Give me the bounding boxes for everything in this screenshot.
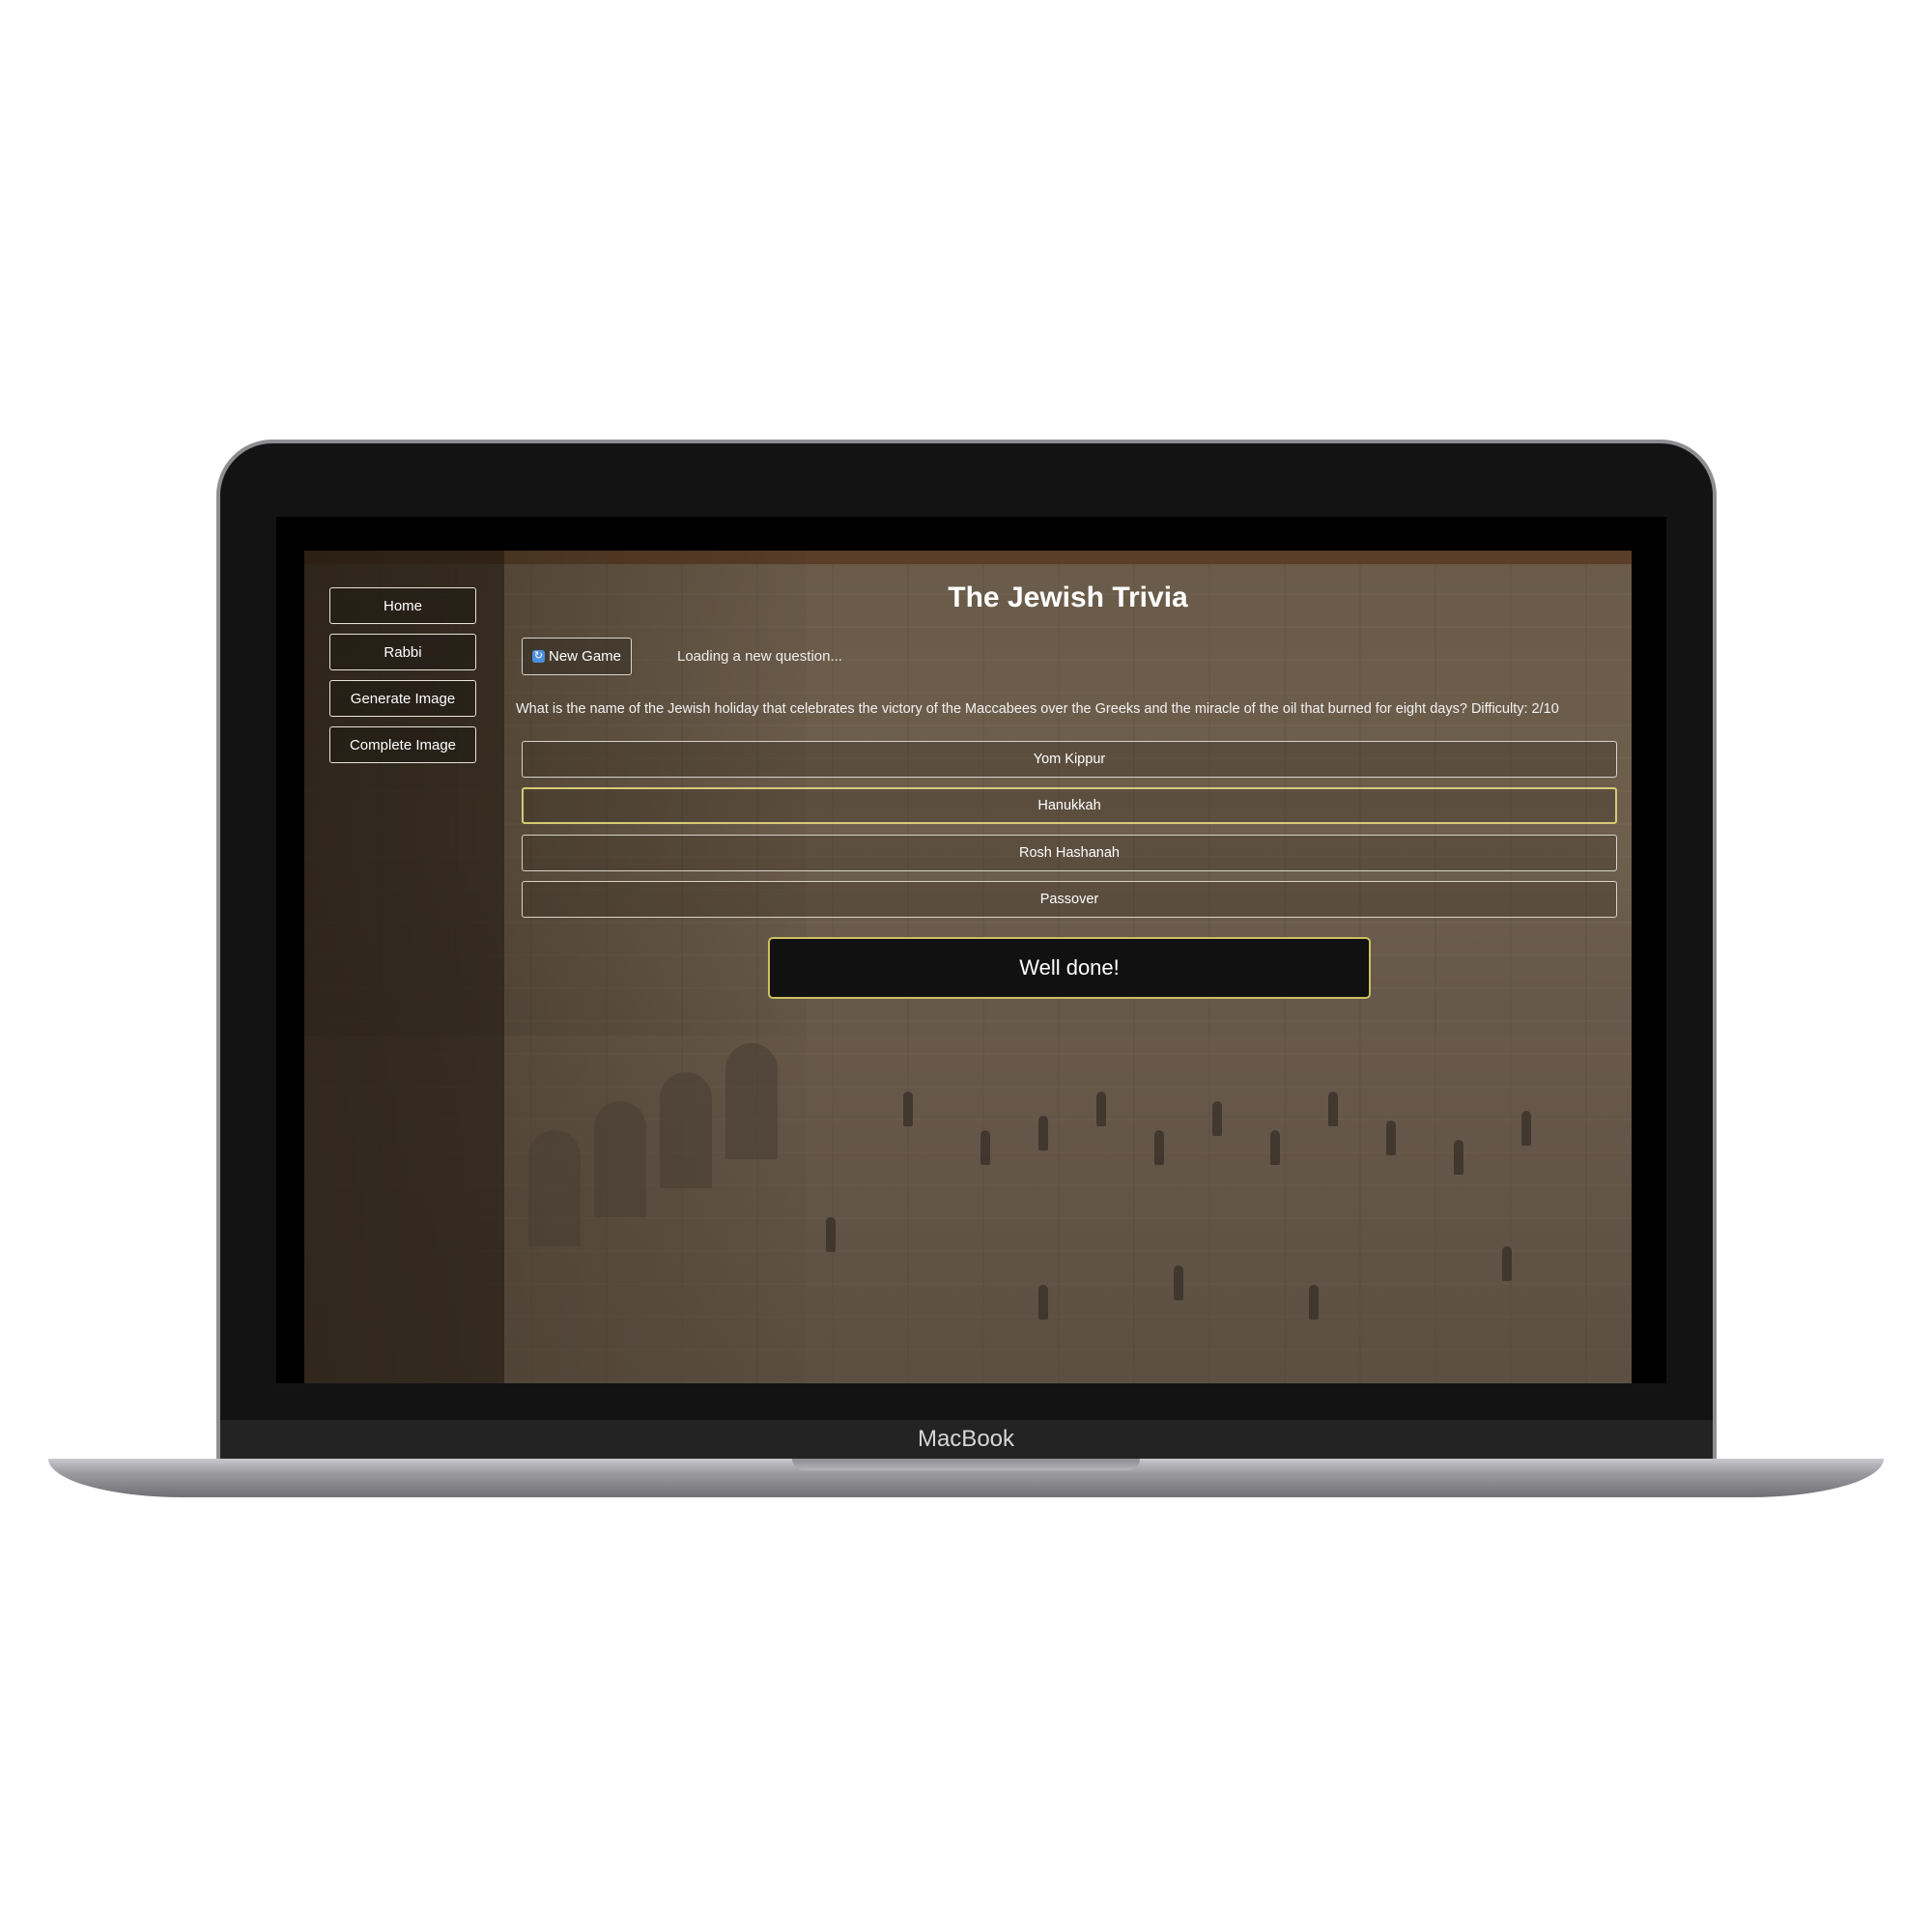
laptop-screen: Home Rabbi Generate Image Complete Image… — [276, 517, 1666, 1383]
refresh-icon: ↻ — [531, 650, 545, 663]
device-brand-label: MacBook — [917, 1426, 1015, 1452]
answer-option-hanukkah[interactable]: Hanukkah — [522, 787, 1617, 824]
sidebar-item-rabbi[interactable]: Rabbi — [329, 634, 476, 670]
feedback-message: Well done! — [768, 937, 1371, 999]
sidebar-item-generate-image[interactable]: Generate Image — [329, 680, 476, 717]
laptop-bezel-bottom — [220, 1383, 1713, 1420]
trivia-app: Home Rabbi Generate Image Complete Image… — [304, 551, 1632, 1383]
answer-option-rosh-hashanah[interactable]: Rosh Hashanah — [522, 835, 1617, 871]
answer-option-passover[interactable]: Passover — [522, 881, 1617, 918]
status-text: Loading a new question... — [677, 648, 842, 665]
new-game-label: New Game — [548, 648, 622, 665]
answer-option-yom-kippur[interactable]: Yom Kippur — [522, 741, 1617, 778]
sidebar-item-home[interactable]: Home — [329, 587, 476, 624]
laptop-opening-notch — [792, 1459, 1140, 1470]
sidebar-item-complete-image[interactable]: Complete Image — [329, 726, 476, 763]
question-text: What is the name of the Jewish holiday t… — [516, 701, 1559, 717]
page-title: The Jewish Trivia — [948, 582, 1188, 613]
sidebar: Home Rabbi Generate Image Complete Image — [304, 551, 504, 1383]
new-game-button[interactable]: ↻ New Game — [522, 638, 632, 675]
